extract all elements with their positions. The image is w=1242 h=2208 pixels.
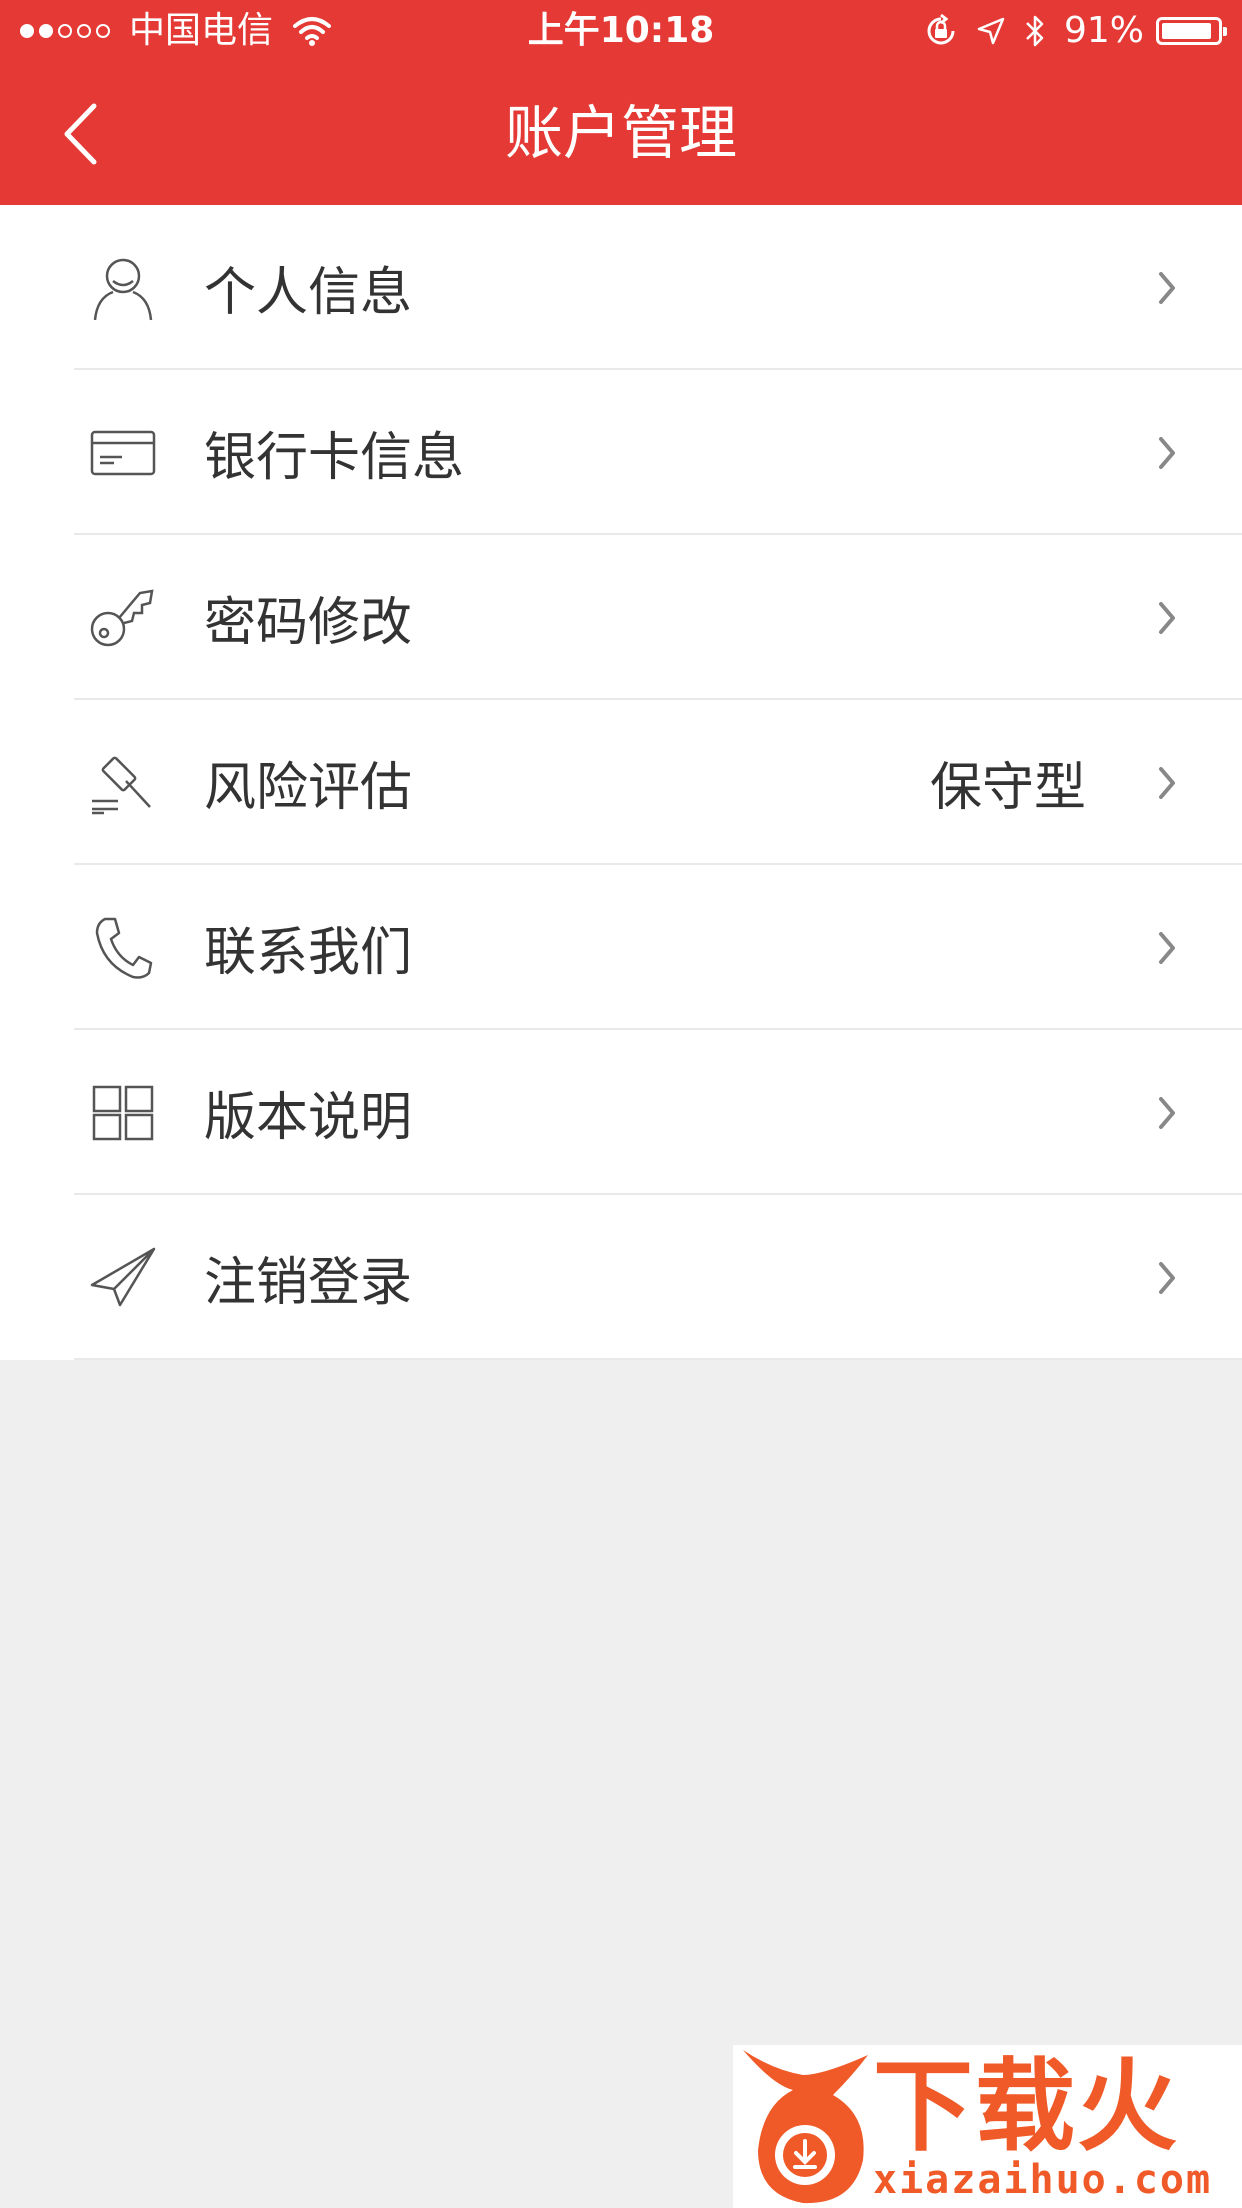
location-icon (977, 17, 1005, 45)
paper-plane-icon (88, 1243, 158, 1313)
menu-item-contact-us[interactable]: 联系我们 (0, 865, 1242, 1030)
page-title: 账户管理 (504, 99, 737, 167)
status-right: 91% (924, 0, 1227, 62)
gavel-icon (88, 748, 158, 818)
chevron-right-icon (1154, 1258, 1180, 1298)
watermark-logo: 下载火 xiazaihuo.com (733, 2045, 1242, 2208)
chevron-right-icon (1154, 763, 1180, 803)
menu-item-risk-assessment[interactable]: 风险评估 保守型 (0, 700, 1242, 865)
menu-item-label: 联系我们 (204, 923, 413, 983)
person-icon (88, 253, 158, 323)
menu-item-label: 个人信息 (204, 263, 413, 323)
risk-level-value: 保守型 (929, 758, 1086, 818)
watermark-brand: 下载火 (873, 2048, 1179, 2165)
menu-item-version-notes[interactable]: 版本说明 (0, 1030, 1242, 1195)
watermark-url: xiazaihuo.com (873, 2157, 1213, 2203)
back-button[interactable] (50, 102, 110, 166)
chevron-right-icon (1154, 433, 1180, 473)
grid-icon (88, 1078, 158, 1148)
menu-item-label: 注销登录 (204, 1253, 413, 1313)
menu-item-change-password[interactable]: 密码修改 (0, 535, 1242, 700)
chevron-left-icon (64, 103, 97, 165)
key-icon (88, 583, 158, 653)
chevron-right-icon (1154, 598, 1180, 638)
menu-item-bank-card[interactable]: 银行卡信息 (0, 370, 1242, 535)
account-menu-list: 个人信息 银行卡信息 密码修改 风险评估 保守型 联系我们 版本说明 注销登录 (0, 205, 1242, 1360)
chevron-right-icon (1154, 1093, 1180, 1133)
chevron-right-icon (1154, 928, 1180, 968)
flame-logo-icon (743, 2050, 868, 2204)
menu-item-personal-info[interactable]: 个人信息 (0, 205, 1242, 370)
battery-icon (1156, 17, 1227, 45)
menu-item-label: 风险评估 (204, 758, 413, 818)
chevron-right-icon (1154, 268, 1180, 308)
menu-item-logout[interactable]: 注销登录 (0, 1195, 1242, 1360)
battery-level (1162, 23, 1212, 39)
bluetooth-icon (1026, 15, 1044, 47)
status-bar: 中国电信 上午10:18 91% (0, 0, 1242, 62)
rotation-lock-icon (927, 14, 955, 45)
menu-item-label: 银行卡信息 (204, 428, 465, 488)
menu-item-label: 密码修改 (204, 593, 413, 653)
menu-item-label: 版本说明 (204, 1088, 413, 1148)
battery-percent: 91% (1063, 10, 1144, 51)
navigation-bar: 账户管理 (0, 62, 1242, 205)
phone-icon (88, 913, 158, 983)
header: 中国电信 上午10:18 91% 账户管理 (0, 0, 1242, 205)
card-icon (88, 418, 158, 488)
